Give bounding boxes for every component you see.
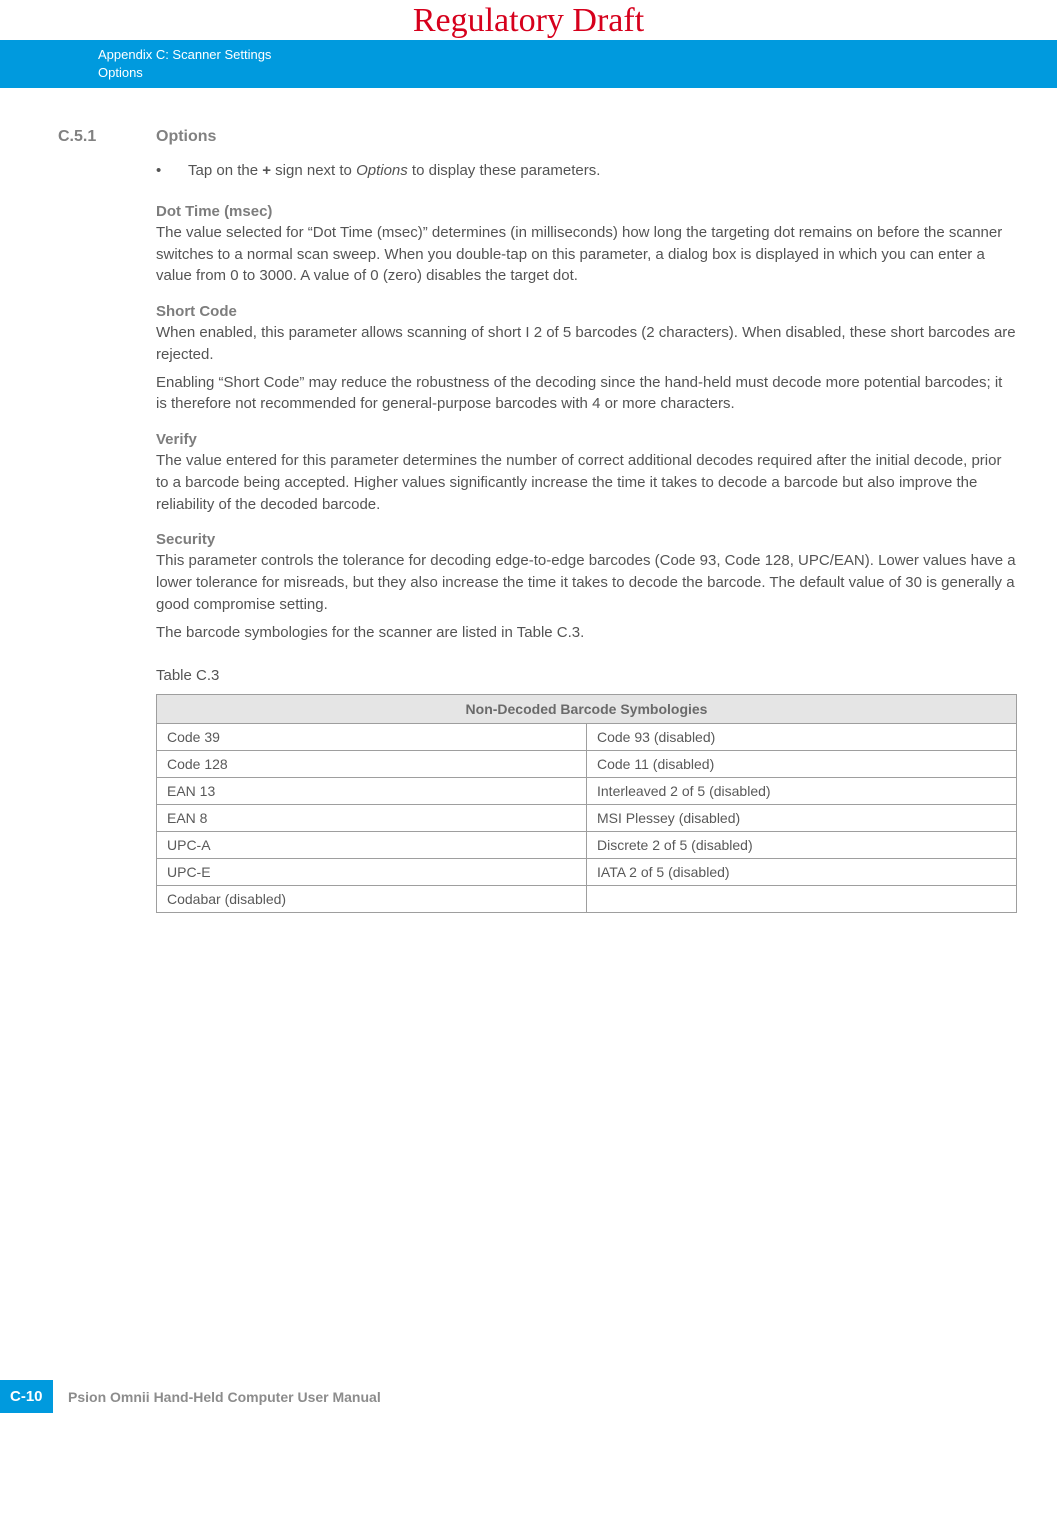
- table-cell: Code 93 (disabled): [587, 724, 1017, 751]
- table-cell: Interleaved 2 of 5 (disabled): [587, 778, 1017, 805]
- heading-dot-time: Dot Time (msec): [156, 203, 1017, 220]
- bullet-suffix: to display these parameters.: [408, 162, 601, 179]
- header-bar: Appendix C: Scanner Settings Options: [0, 40, 1057, 88]
- table-cell: IATA 2 of 5 (disabled): [587, 859, 1017, 886]
- table-cell: Code 11 (disabled): [587, 751, 1017, 778]
- table-caption: Table C.3: [156, 667, 1017, 684]
- header-line-2: Options: [98, 64, 1057, 82]
- table-row: UPC-ADiscrete 2 of 5 (disabled): [157, 832, 1017, 859]
- bullet-prefix: Tap on the: [188, 162, 262, 179]
- table-cell: MSI Plessey (disabled): [587, 805, 1017, 832]
- page-content: C.5.1 Options • Tap on the + sign next t…: [0, 88, 1057, 913]
- footer-manual-title: Psion Omnii Hand-Held Computer User Manu…: [68, 1389, 381, 1405]
- para-dot-time: The value selected for “Dot Time (msec)”…: [156, 222, 1017, 287]
- table-row: Code 39Code 93 (disabled): [157, 724, 1017, 751]
- table-header: Non-Decoded Barcode Symbologies: [157, 695, 1017, 724]
- page-number-badge: C-10: [0, 1380, 53, 1413]
- table-cell: [587, 886, 1017, 913]
- heading-security: Security: [156, 531, 1017, 548]
- bullet-marker: •: [156, 160, 188, 183]
- table-row: UPC-EIATA 2 of 5 (disabled): [157, 859, 1017, 886]
- para-verify: The value entered for this parameter det…: [156, 450, 1017, 515]
- table-row: EAN 8MSI Plessey (disabled): [157, 805, 1017, 832]
- bullet-bold: +: [262, 162, 271, 179]
- page-footer: C-10 Psion Omnii Hand-Held Computer User…: [0, 1373, 1057, 1413]
- symbologies-table: Non-Decoded Barcode Symbologies Code 39C…: [156, 694, 1017, 913]
- table-cell: UPC-A: [157, 832, 587, 859]
- heading-verify: Verify: [156, 431, 1017, 448]
- bullet-mid: sign next to: [271, 162, 356, 179]
- para-security-2: The barcode symbologies for the scanner …: [156, 622, 1017, 644]
- table-cell: Discrete 2 of 5 (disabled): [587, 832, 1017, 859]
- body-area: • Tap on the + sign next to Options to d…: [156, 160, 1017, 913]
- para-short-code-2: Enabling “Short Code” may reduce the rob…: [156, 372, 1017, 416]
- table-cell: Codabar (disabled): [157, 886, 587, 913]
- header-line-1: Appendix C: Scanner Settings: [98, 46, 1057, 64]
- heading-short-code: Short Code: [156, 303, 1017, 320]
- table-cell: Code 39: [157, 724, 587, 751]
- table-cell: Code 128: [157, 751, 587, 778]
- table-cell: EAN 13: [157, 778, 587, 805]
- section-number: C.5.1: [58, 128, 156, 146]
- bullet-item: • Tap on the + sign next to Options to d…: [156, 160, 1017, 183]
- table-row: Codabar (disabled): [157, 886, 1017, 913]
- bullet-text: Tap on the + sign next to Options to dis…: [188, 160, 600, 183]
- table-cell: UPC-E: [157, 859, 587, 886]
- section-title: Options: [156, 128, 216, 146]
- watermark-text: Regulatory Draft: [0, 0, 1057, 40]
- para-security-1: This parameter controls the tolerance fo…: [156, 550, 1017, 615]
- table-row: Code 128Code 11 (disabled): [157, 751, 1017, 778]
- table-cell: EAN 8: [157, 805, 587, 832]
- table-row: EAN 13Interleaved 2 of 5 (disabled): [157, 778, 1017, 805]
- section-heading-row: C.5.1 Options: [58, 128, 1017, 146]
- para-short-code-1: When enabled, this parameter allows scan…: [156, 322, 1017, 366]
- bullet-italic: Options: [356, 162, 408, 179]
